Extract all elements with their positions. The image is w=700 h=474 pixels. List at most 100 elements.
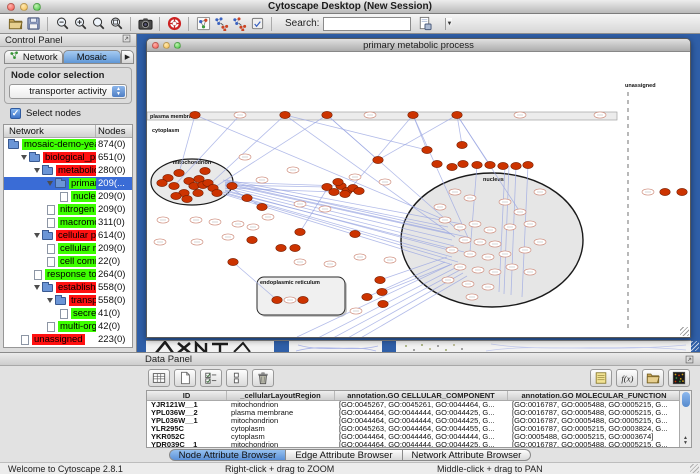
network-node[interactable] <box>290 244 300 251</box>
network-node[interactable] <box>447 163 457 170</box>
annotation-tool-button[interactable] <box>248 15 266 33</box>
network-node[interactable] <box>677 188 687 195</box>
table-cell[interactable]: [GO:0044464, GO:0044444, GO:0044425, G..… <box>335 441 508 447</box>
zoom-fit-button[interactable] <box>107 15 125 33</box>
expander-icon[interactable] <box>47 298 53 303</box>
tree-row[interactable]: nucleobase-209(0) <box>4 190 132 203</box>
network-node[interactable] <box>350 230 360 237</box>
configure-search-button[interactable] <box>415 15 433 33</box>
table-cell[interactable]: mitochondrion <box>227 417 335 425</box>
tree-row[interactable]: transport558(0) <box>4 294 132 307</box>
network-node[interactable] <box>190 111 200 118</box>
open-folder-button[interactable] <box>6 15 24 33</box>
table-row[interactable]: YKR052Ccytoplasm[GO:0044464, GO:0044446,… <box>147 433 679 441</box>
network-node[interactable] <box>295 228 305 235</box>
network-node[interactable] <box>452 111 462 118</box>
network-node[interactable] <box>200 167 210 174</box>
tab-network[interactable]: Network <box>4 50 63 64</box>
row-list-button[interactable] <box>226 369 248 387</box>
tree-column-network[interactable]: Network <box>4 125 96 137</box>
network-node[interactable] <box>472 161 482 168</box>
open-attr-folder-button[interactable] <box>642 369 664 387</box>
network-window-titlebar[interactable]: primary metabolic process <box>147 39 690 52</box>
network-node[interactable] <box>333 178 343 185</box>
table-column-header[interactable]: annotation.GO CELLULAR_COMPONENT <box>335 391 508 400</box>
net-minimize-icon[interactable] <box>163 42 170 49</box>
matrix-view-button[interactable] <box>668 369 690 387</box>
expander-icon[interactable] <box>21 155 27 160</box>
tree-row[interactable]: metabolic process280(0) <box>4 164 132 177</box>
network-node[interactable] <box>378 300 388 307</box>
color-attribute-select[interactable]: transporter activity ▲▼ <box>9 84 127 99</box>
table-cell[interactable]: mitochondrion <box>227 401 335 409</box>
tree-column-nodes[interactable]: Nodes <box>96 126 132 137</box>
network-node[interactable] <box>432 160 442 167</box>
expander-icon[interactable] <box>47 181 53 186</box>
network-node[interactable] <box>157 179 167 186</box>
tree-row[interactable]: multi-organism pro42(0) <box>4 320 132 333</box>
network-node[interactable] <box>329 188 339 195</box>
network-modify-a-button[interactable] <box>212 15 230 33</box>
expander-icon[interactable] <box>34 233 40 238</box>
network-node[interactable] <box>182 195 192 202</box>
network-node[interactable] <box>458 160 468 167</box>
table-cell[interactable]: [GO:0016787, GO:0005488, GO:0005215, G..… <box>508 401 679 409</box>
select-nodes-checkbox[interactable]: ✓ <box>10 108 21 119</box>
table-column-header[interactable]: _cellularLayoutRegion <box>227 391 335 400</box>
network-node[interactable] <box>242 194 252 201</box>
table-cell[interactable]: [GO:0016787, GO:0005215, GO:0003824, G..… <box>508 425 679 433</box>
tab-network-attribute-browser[interactable]: Network Attribute Browser <box>403 449 532 461</box>
window-resize-grip[interactable] <box>680 327 689 336</box>
statusbar-resize-grip[interactable] <box>690 464 699 473</box>
tree-row[interactable]: establishment of lo558(0) <box>4 281 132 294</box>
network-node[interactable] <box>212 189 222 196</box>
scrollbar-thumb[interactable] <box>682 392 690 407</box>
table-row[interactable]: YPL036W__1mitochondrion[GO:0044464, GO:0… <box>147 417 679 425</box>
tree-row[interactable]: primary metabol209(... <box>4 177 132 190</box>
table-scrollbar[interactable]: ▲▼ <box>679 391 691 447</box>
zoom-in-button[interactable] <box>71 15 89 33</box>
network-node[interactable] <box>375 276 385 283</box>
table-grid-button[interactable] <box>148 369 170 387</box>
tree-row[interactable]: mosaic-demo-yeast874(0) <box>4 138 132 151</box>
notes-pad-button[interactable] <box>590 369 612 387</box>
table-cell[interactable]: [GO:0044464, GO:0044446, GO:0044444, G..… <box>335 433 508 441</box>
table-column-header[interactable]: ID <box>147 391 227 400</box>
network-node[interactable] <box>377 288 387 295</box>
network-node[interactable] <box>340 190 350 197</box>
network-node[interactable] <box>498 162 508 169</box>
tree-row[interactable]: biological_process651(0) <box>4 151 132 164</box>
network-node[interactable] <box>354 187 364 194</box>
table-cell[interactable]: YLR295C <box>147 425 227 433</box>
table-cell[interactable]: [GO:0016787, GO:0005488, GO:0005215, G..… <box>508 441 679 447</box>
background-window-strip[interactable] <box>146 340 691 352</box>
table-cell[interactable]: [GO:0045263, GO:0044464, GO:0044455, G..… <box>335 425 508 433</box>
table-cell[interactable]: [GO:0045267, GO:0045261, GO:0044464, G..… <box>335 401 508 409</box>
tree-row[interactable]: cellular metabol209(0) <box>4 242 132 255</box>
save-floppy-button[interactable] <box>24 15 42 33</box>
table-row[interactable]: YPL036W__2plasma membrane[GO:0044464, GO… <box>147 409 679 417</box>
tree-row[interactable]: macromolecule311(0) <box>4 216 132 229</box>
table-row[interactable]: YLR295Ccytoplasm[GO:0045263, GO:0044464,… <box>147 425 679 433</box>
table-cell[interactable]: YPL036W__2 <box>147 409 227 417</box>
help-lifering-button[interactable] <box>165 15 183 33</box>
new-document-button[interactable] <box>174 369 196 387</box>
network-node[interactable] <box>660 188 670 195</box>
network-node[interactable] <box>373 156 383 163</box>
network-view-button[interactable] <box>194 15 212 33</box>
network-node[interactable] <box>257 203 267 210</box>
table-cell[interactable]: [GO:0005488, GO:0005215, GO:0003674] <box>508 433 679 441</box>
tree-row[interactable]: unassigned223(0) <box>4 333 132 346</box>
float-data-panel-icon[interactable] <box>684 354 695 368</box>
zoom-out-button[interactable] <box>53 15 71 33</box>
network-node[interactable] <box>422 146 432 153</box>
search-dropdown-icon[interactable]: ▼ <box>445 18 452 30</box>
tab-mosaic[interactable]: Mosaic <box>63 50 122 64</box>
table-cell[interactable]: mitochondrion <box>227 441 335 447</box>
tree-row[interactable]: cellular process614(0) <box>4 229 132 242</box>
table-cell[interactable]: YKR052C <box>147 433 227 441</box>
table-cell[interactable]: YPL036W__1 <box>147 417 227 425</box>
table-row[interactable]: YDR039C__1mitochondrion[GO:0044464, GO:0… <box>147 441 679 447</box>
table-cell[interactable]: YDR039C__1 <box>147 441 227 447</box>
tab-node-attribute-browser[interactable]: Node Attribute Browser <box>169 449 287 461</box>
